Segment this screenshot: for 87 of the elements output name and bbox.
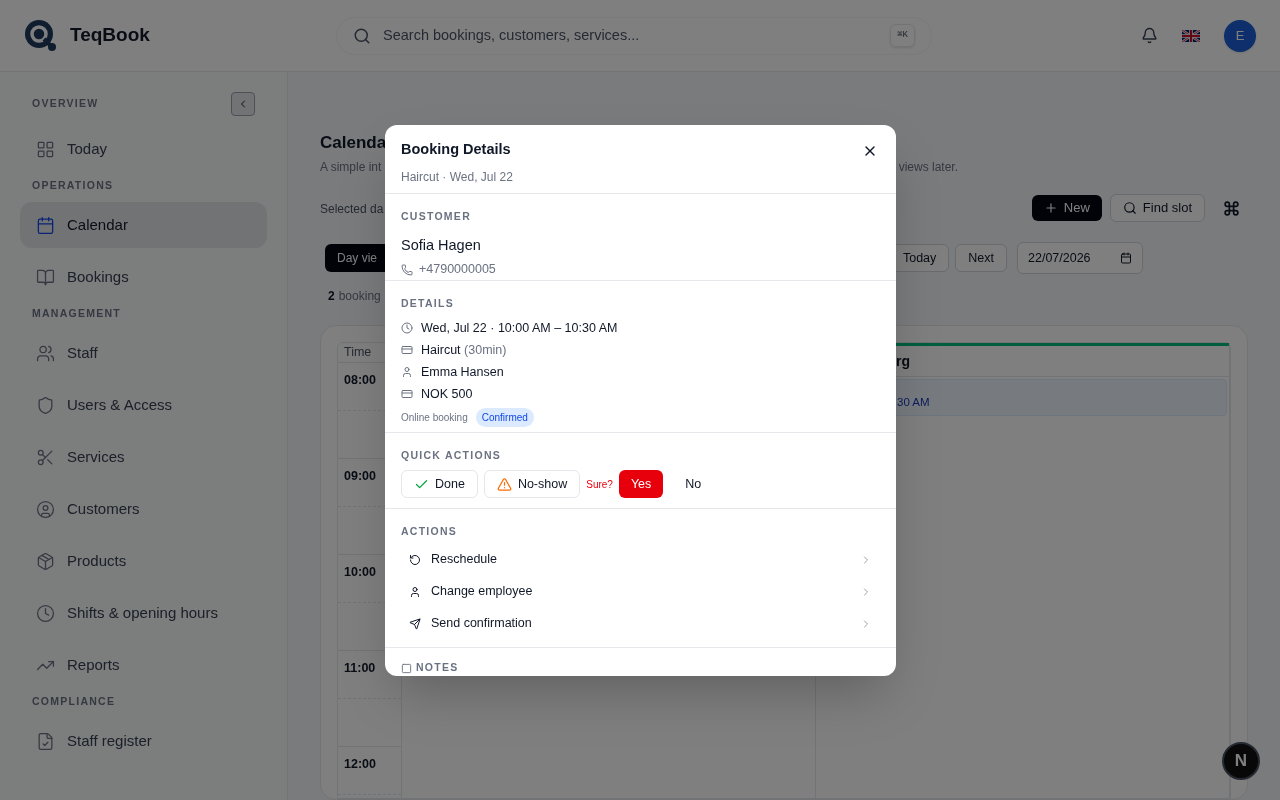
nav-item[interactable]: Staff <box>20 330 267 376</box>
note-icon <box>401 662 412 674</box>
card-icon <box>401 344 413 356</box>
hour-label: 10:00 <box>344 564 376 579</box>
nav-item[interactable]: Staff register <box>20 718 267 764</box>
new-button[interactable]: New <box>1031 195 1102 221</box>
section-heading: DETAILS <box>401 296 455 312</box>
calendar-icon <box>1120 252 1132 264</box>
nav-item[interactable]: Calendar <box>20 202 267 248</box>
bell-icon[interactable] <box>1141 27 1158 44</box>
page-subtitle: A simple int <box>320 159 382 176</box>
nav-item[interactable]: Customers <box>20 486 267 532</box>
people-icon <box>36 343 55 363</box>
booking-count-label: booking <box>338 288 381 305</box>
date-field[interactable]: 22/07/2026 <box>1017 242 1143 274</box>
hour-label: 11:00 <box>344 660 376 675</box>
customer-name: Sofia Hagen <box>401 236 482 256</box>
selected-date-text: Selected da <box>320 202 384 216</box>
action-item[interactable]: Send confirmation <box>401 607 880 640</box>
section-heading: ACTIONS <box>401 524 459 539</box>
section-heading: NOTES <box>416 660 459 676</box>
hour-label: 09:00 <box>344 468 376 483</box>
book-icon <box>36 267 55 287</box>
detail-text: Wed, Jul 22 · 10:00 AM – 10:30 AM <box>421 319 618 337</box>
search-icon <box>1122 201 1137 215</box>
search-bar[interactable]: Search bookings, customers, services... ⌘K <box>336 16 932 55</box>
section-heading: COMPLIANCE <box>32 694 116 710</box>
hour-label: 12:00 <box>344 756 376 771</box>
page-title: Calenda <box>320 132 387 155</box>
action-item[interactable]: Reschedule <box>401 543 880 576</box>
flag-icon[interactable] <box>1182 29 1200 42</box>
action-item[interactable]: Change employee <box>401 575 880 608</box>
staff-column-header: rg <box>896 351 910 371</box>
done-button[interactable]: Done <box>401 470 478 499</box>
nav-item[interactable]: Today <box>20 126 267 172</box>
search-icon <box>353 26 371 45</box>
detail-text: Haircut (30min) <box>421 341 507 359</box>
booking-count: 2 <box>328 288 335 305</box>
hour-label: 08:00 <box>344 372 376 387</box>
warning-icon <box>496 476 512 492</box>
nav-item[interactable]: Users & Access <box>20 382 267 428</box>
no-button[interactable]: No <box>669 470 718 499</box>
nav-item[interactable]: Products <box>20 538 267 584</box>
rotate-icon <box>409 553 421 566</box>
app-name: TeqBook <box>70 23 150 48</box>
shield-icon <box>36 395 55 415</box>
phone-icon <box>401 263 413 276</box>
grid-icon <box>36 139 55 159</box>
card-icon <box>401 388 413 400</box>
scissors-icon <box>36 447 55 467</box>
no-show-button[interactable]: No-show <box>483 470 581 499</box>
section-heading: CUSTOMER <box>401 208 472 224</box>
document-check-icon <box>36 731 55 751</box>
clock-icon <box>401 322 413 334</box>
nav-item[interactable]: Services <box>20 434 267 480</box>
confirm-prompt: Sure? <box>586 477 613 492</box>
customer-phone: +4790000005 <box>419 261 496 279</box>
yes-button[interactable]: Yes <box>618 470 664 499</box>
box-icon <box>36 551 55 571</box>
next-button[interactable]: Next <box>955 244 1007 272</box>
page-subtitle: views later. <box>898 159 958 176</box>
dialog-title: Booking Details <box>401 140 512 159</box>
clock-icon <box>36 603 55 623</box>
plus-icon <box>1043 201 1058 215</box>
section-heading: MANAGEMENT <box>32 306 121 322</box>
avatar[interactable]: E <box>1224 19 1256 52</box>
user-circle-icon <box>36 499 55 519</box>
status-badge: Confirmed <box>475 408 534 427</box>
detail-text: Emma Hansen <box>421 363 504 381</box>
person-icon <box>401 366 413 378</box>
booking-source: Online booking <box>401 411 468 425</box>
person-icon <box>409 585 421 598</box>
find-slot-button[interactable]: Find slot <box>1109 194 1205 222</box>
nav-item[interactable]: Bookings <box>20 254 267 300</box>
logo-icon <box>24 18 58 53</box>
section-heading: OPERATIONS <box>32 178 114 194</box>
search-field[interactable]: Search bookings, customers, services... <box>383 24 879 47</box>
send-icon <box>409 617 421 630</box>
dialog-subtitle: Haircut · Wed, Jul 22 <box>401 168 513 186</box>
section-heading: OVERVIEW <box>32 96 99 112</box>
section-heading: QUICK ACTIONS <box>401 448 502 464</box>
shortcut-key: ⌘K <box>890 23 915 48</box>
calendar-icon <box>36 215 55 235</box>
nav-item[interactable]: Shifts & opening hours <box>20 590 267 636</box>
detail-text: NOK 500 <box>421 385 473 403</box>
nav-item[interactable]: Reports <box>20 642 267 688</box>
command-icon[interactable] <box>1223 199 1240 217</box>
